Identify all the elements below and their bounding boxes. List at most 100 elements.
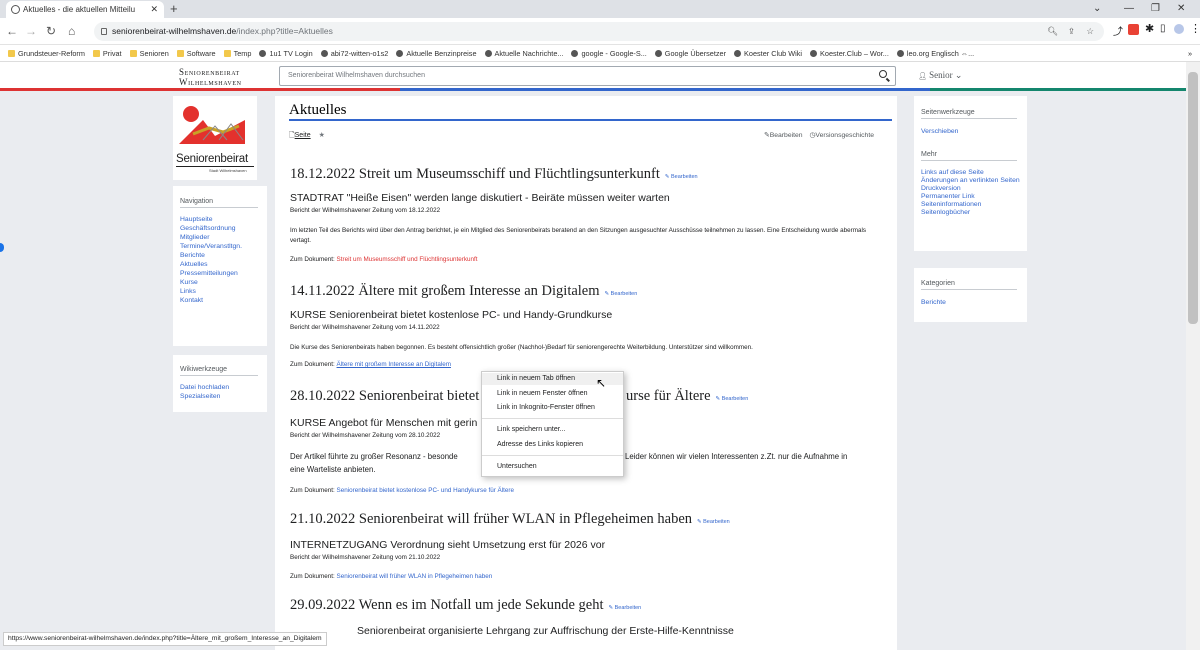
nav-link[interactable]: Links: [180, 287, 242, 296]
puzzle-icon[interactable]: ✱: [1145, 22, 1154, 35]
menu-icon[interactable]: ⋮: [1190, 22, 1200, 35]
stripe-green: [930, 88, 1186, 91]
home-icon[interactable]: ⌂: [68, 22, 75, 40]
bookmark-item[interactable]: abi72-witten-o1s2: [320, 45, 389, 62]
menu-open-incognito[interactable]: Link in Inkognito-Fenster öffnen: [482, 402, 623, 414]
browser-tab[interactable]: Aktuelles - die aktuellen Mitteilu ✕: [6, 1, 164, 18]
nav-link[interactable]: Geschäftsordnung: [180, 224, 242, 233]
site-icon: [320, 50, 328, 57]
section-edit-label: Bearbeiten: [614, 605, 642, 611]
search-icon[interactable]: [879, 70, 887, 78]
stripe-blue: [400, 88, 930, 91]
bookmark-label: Koester Club Wiki: [744, 49, 803, 58]
bookmark-item[interactable]: Grundsteuer-Reform: [8, 45, 85, 62]
nav-link[interactable]: Mitglieder: [180, 233, 242, 242]
article-heading: 29.09.2022 Wenn es im Notfall um jede Se…: [290, 597, 641, 614]
extension-icon[interactable]: ⤴: [1113, 23, 1123, 38]
section-edit-link[interactable]: ✎ Bearbeiten: [716, 396, 749, 402]
document-link[interactable]: Seniorenbeirat bietet kostenlose PC- und…: [337, 487, 514, 494]
bookmark-item[interactable]: 1u1 TV Login: [259, 45, 313, 62]
user-menu[interactable]: 👤︎ Senior ⌄: [918, 70, 962, 81]
nav-link[interactable]: Aktuelles: [180, 260, 242, 269]
bookmark-item[interactable]: Temp: [223, 45, 251, 62]
window-close-icon[interactable]: ✕: [1177, 1, 1185, 17]
history-button[interactable]: ◷Versionsgeschichte: [809, 132, 874, 139]
bookmark-item[interactable]: Koester Club Wiki: [734, 45, 802, 62]
share-icon[interactable]: ⇪: [1068, 22, 1075, 41]
section-edit-link[interactable]: ✎ Bearbeiten: [697, 519, 730, 525]
bookmark-label: google - Google-S...: [581, 49, 647, 58]
edit-page-button[interactable]: ✎Bearbeiten: [764, 132, 803, 139]
wordmark-line1: Seniorenbeirat: [179, 67, 240, 77]
extension-red-icon[interactable]: [1128, 24, 1139, 35]
wiki-link[interactable]: Spezialseiten: [180, 392, 229, 401]
sidepanel-icon[interactable]: ▯: [1160, 23, 1166, 34]
more-link[interactable]: Änderungen an verlinkten Seiten: [921, 177, 1021, 185]
article-source: Bericht der Wilhelmshavener Zeitung vom …: [290, 207, 441, 214]
address-bar[interactable]: seniorenbeirat-wilhelmshaven.de/index.ph…: [94, 22, 1104, 41]
document-link[interactable]: Ältere mit großem Interesse an Digitalem: [337, 361, 451, 368]
bookmark-item[interactable]: Aktuelle Nachrichte...: [484, 45, 563, 62]
bookmark-item[interactable]: Aktuelle Benzinpreise: [396, 45, 477, 62]
search-placeholder: Seniorenbeirat Wilhelmshaven durchsuchen: [288, 72, 425, 79]
section-edit-link[interactable]: ✎ Bearbeiten: [609, 605, 642, 611]
bookmark-item[interactable]: Google Übersetzer: [654, 45, 726, 62]
scrollbar-thumb[interactable]: [1188, 72, 1198, 324]
wiki-link[interactable]: Datei hochladen: [180, 383, 229, 392]
bookmark-item[interactable]: Privat: [92, 45, 122, 62]
site-wordmark[interactable]: Seniorenbeirat Wilhelmshaven: [179, 67, 242, 87]
document-link[interactable]: Streit um Museumsschiff und Flüchtlingsu…: [337, 256, 478, 263]
more-link[interactable]: Seitenlogbücher: [921, 209, 1021, 217]
watch-star-icon[interactable]: ★: [319, 132, 325, 139]
document-label: Zum Dokument:: [290, 487, 335, 494]
site-icon: [654, 50, 662, 57]
new-tab-icon[interactable]: +: [170, 0, 178, 18]
cursor-pointer-icon: ↖: [596, 376, 607, 390]
nav-link[interactable]: Kontakt: [180, 296, 242, 305]
more-link[interactable]: Seiteninformationen: [921, 201, 1021, 209]
nav-link[interactable]: Hauptseite: [180, 215, 242, 224]
bookmark-item[interactable]: Software: [176, 45, 216, 62]
menu-copy-link[interactable]: Adresse des Links kopieren: [482, 439, 623, 451]
section-edit-link[interactable]: ✎ Bearbeiten: [665, 174, 698, 180]
bookmark-item[interactable]: leo.org Englisch ⇔...: [896, 45, 974, 62]
article-heading-tail: urse für Ältere ✎ Bearbeiten: [626, 388, 748, 405]
search-input[interactable]: Seniorenbeirat Wilhelmshaven durchsuchen: [279, 66, 896, 86]
restore-icon[interactable]: ❐: [1151, 1, 1160, 17]
menu-save-link[interactable]: Link speichern unter...: [482, 424, 623, 436]
more-bookmarks-icon[interactable]: »: [1188, 45, 1192, 62]
category-link[interactable]: Berichte: [921, 298, 946, 307]
reload-icon[interactable]: ↻: [46, 22, 56, 40]
bookmark-star-icon[interactable]: ☆: [1086, 22, 1094, 41]
more-link[interactable]: Permanenter Link: [921, 193, 1021, 201]
zoom-icon[interactable]: 🔍︎: [1047, 22, 1058, 41]
bookmark-item[interactable]: google - Google-S...: [571, 45, 647, 62]
url-domain: seniorenbeirat-wilhelmshaven.de: [112, 26, 237, 36]
profile-avatar[interactable]: [1174, 24, 1184, 34]
document-link-row: Zum Dokument: Ältere mit großem Interess…: [290, 361, 451, 368]
nav-link[interactable]: Pressemitteilungen: [180, 269, 242, 278]
more-link[interactable]: Druckversion: [921, 185, 1021, 193]
minimize-icon[interactable]: —: [1124, 1, 1134, 17]
bookmark-label: abi72-witten-o1s2: [330, 49, 389, 58]
more-link[interactable]: Links auf diese Seite: [921, 169, 1021, 177]
nav-link[interactable]: Berichte: [180, 251, 242, 260]
move-page-link[interactable]: Verschieben: [921, 127, 958, 136]
bookmark-label: Koester.Club – Wor...: [820, 49, 889, 58]
bookmark-label: Privat: [102, 49, 122, 58]
close-tab-icon[interactable]: ✕: [150, 1, 158, 18]
article-subtitle: Seniorenbeirat organisierte Lehrgang zur…: [357, 625, 734, 637]
back-icon[interactable]: ←: [6, 22, 18, 40]
bookmark-item[interactable]: Senioren: [129, 45, 169, 62]
document-link[interactable]: Seniorenbeirat will früher WLAN in Pfleg…: [337, 573, 493, 580]
bookmark-item[interactable]: Koester.Club – Wor...: [810, 45, 889, 62]
section-edit-link[interactable]: ✎ Bearbeiten: [605, 291, 638, 297]
forward-icon[interactable]: →: [25, 22, 37, 40]
nav-link[interactable]: Termine/Veranstltgn.: [180, 242, 242, 251]
tab-search-icon[interactable]: ⌄: [1093, 1, 1101, 17]
nav-link[interactable]: Kurse: [180, 278, 242, 287]
menu-inspect[interactable]: Untersuchen: [482, 461, 623, 473]
categories-box: Kategorien Berichte: [914, 268, 1027, 322]
tab-page[interactable]: 🗋︎Seite ★: [289, 131, 325, 142]
site-logo[interactable]: Seniorenbeirat Stadt Wilhelmshaven: [173, 96, 257, 180]
